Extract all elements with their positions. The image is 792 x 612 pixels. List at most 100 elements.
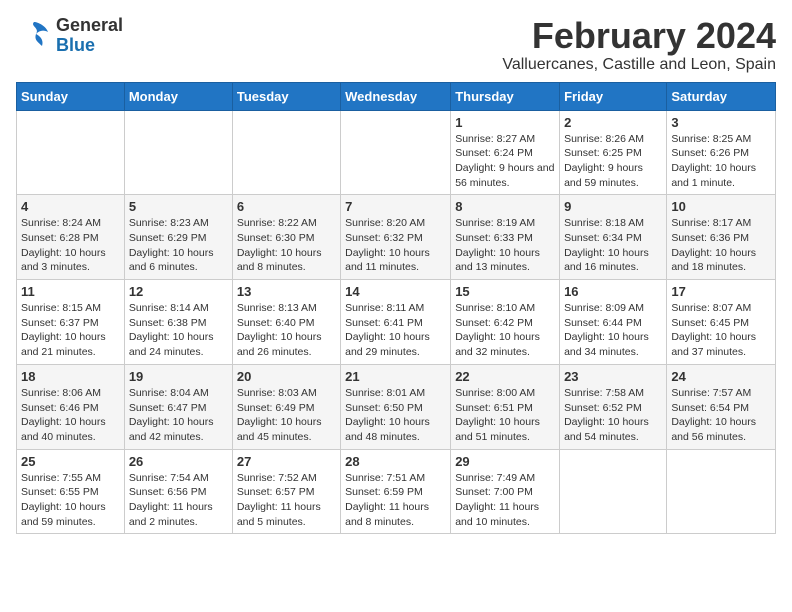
calendar-cell: 12 Sunrise: 8:14 AM Sunset: 6:38 PM Dayli… [124,280,232,365]
calendar-cell: 4 Sunrise: 8:24 AM Sunset: 6:28 PM Daylig… [17,195,125,280]
day-number: 12 [129,284,228,299]
day-info: Sunrise: 7:51 AM Sunset: 6:59 PM Dayligh… [345,471,446,530]
calendar-cell [17,110,125,195]
day-number: 16 [564,284,662,299]
day-number: 4 [21,199,120,214]
calendar-cell [341,110,451,195]
day-info: Sunrise: 8:15 AM Sunset: 6:37 PM Dayligh… [21,301,120,360]
calendar-week-row: 11 Sunrise: 8:15 AM Sunset: 6:37 PM Dayli… [17,280,776,365]
calendar-cell: 8Sunrise: 8:19 AM Sunset: 6:33 PM Daylig… [451,195,560,280]
day-info: Sunrise: 8:07 AM Sunset: 6:45 PM Dayligh… [671,301,771,360]
calendar-cell: 6 Sunrise: 8:22 AM Sunset: 6:30 PM Daylig… [232,195,340,280]
calendar-cell: 1 Sunrise: 8:27 AM Sunset: 6:24 PM Daylig… [451,110,560,195]
calendar-cell [560,449,667,534]
calendar-cell [232,110,340,195]
day-info: Sunrise: 7:52 AM Sunset: 6:57 PM Dayligh… [237,471,336,530]
month-title: February 2024 [502,16,776,56]
weekday-header: Friday [560,82,667,110]
weekday-header: Monday [124,82,232,110]
calendar-week-row: 25Sunrise: 7:55 AM Sunset: 6:55 PM Dayli… [17,449,776,534]
day-info: Sunrise: 8:20 AM Sunset: 6:32 PM Dayligh… [345,216,446,275]
calendar-cell: 14 Sunrise: 8:11 AM Sunset: 6:41 PM Dayli… [341,280,451,365]
day-number: 22 [455,369,555,384]
day-info: Sunrise: 8:14 AM Sunset: 6:38 PM Dayligh… [129,301,228,360]
day-info: Sunrise: 8:24 AM Sunset: 6:28 PM Dayligh… [21,216,120,275]
day-number: 27 [237,454,336,469]
weekday-header: Saturday [667,82,776,110]
calendar-week-row: 4 Sunrise: 8:24 AM Sunset: 6:28 PM Daylig… [17,195,776,280]
calendar-week-row: 1 Sunrise: 8:27 AM Sunset: 6:24 PM Daylig… [17,110,776,195]
calendar-cell: 2Sunrise: 8:26 AM Sunset: 6:25 PM Daylig… [560,110,667,195]
calendar-cell: 24 Sunrise: 7:57 AM Sunset: 6:54 PM Dayli… [667,364,776,449]
calendar-cell: 28 Sunrise: 7:51 AM Sunset: 6:59 PM Dayli… [341,449,451,534]
calendar-cell [667,449,776,534]
page-header: General Blue February 2024 Valluercanes,… [16,16,776,74]
day-number: 24 [671,369,771,384]
day-info: Sunrise: 7:57 AM Sunset: 6:54 PM Dayligh… [671,386,771,445]
calendar-cell: 5 Sunrise: 8:23 AM Sunset: 6:29 PM Daylig… [124,195,232,280]
day-number: 11 [21,284,120,299]
day-info: Sunrise: 8:17 AM Sunset: 6:36 PM Dayligh… [671,216,771,275]
day-number: 17 [671,284,771,299]
day-info: Sunrise: 8:10 AM Sunset: 6:42 PM Dayligh… [455,301,555,360]
day-info: Sunrise: 8:18 AM Sunset: 6:34 PM Dayligh… [564,216,662,275]
weekday-header: Wednesday [341,82,451,110]
day-number: 19 [129,369,228,384]
day-info: Sunrise: 7:54 AM Sunset: 6:56 PM Dayligh… [129,471,228,530]
calendar-cell: 22 Sunrise: 8:00 AM Sunset: 6:51 PM Dayli… [451,364,560,449]
day-info: Sunrise: 8:26 AM Sunset: 6:25 PM Dayligh… [564,132,662,191]
day-number: 7 [345,199,446,214]
day-info: Sunrise: 7:49 AM Sunset: 7:00 PM Dayligh… [455,471,555,530]
calendar-cell: 17 Sunrise: 8:07 AM Sunset: 6:45 PM Dayli… [667,280,776,365]
day-number: 20 [237,369,336,384]
logo-bird-icon [16,18,52,54]
day-info: Sunrise: 8:03 AM Sunset: 6:49 PM Dayligh… [237,386,336,445]
calendar-cell: 18Sunrise: 8:06 AM Sunset: 6:46 PM Dayli… [17,364,125,449]
calendar-cell: 3Sunrise: 8:25 AM Sunset: 6:26 PM Daylig… [667,110,776,195]
day-info: Sunrise: 7:55 AM Sunset: 6:55 PM Dayligh… [21,471,120,530]
calendar-cell: 27 Sunrise: 7:52 AM Sunset: 6:57 PM Dayli… [232,449,340,534]
day-number: 23 [564,369,662,384]
location-title: Valluercanes, Castille and Leon, Spain [502,56,776,74]
day-info: Sunrise: 8:27 AM Sunset: 6:24 PM Dayligh… [455,132,555,191]
weekday-header: Sunday [17,82,125,110]
day-number: 13 [237,284,336,299]
day-info: Sunrise: 7:58 AM Sunset: 6:52 PM Dayligh… [564,386,662,445]
calendar-cell: 15 Sunrise: 8:10 AM Sunset: 6:42 PM Dayli… [451,280,560,365]
day-info: Sunrise: 8:01 AM Sunset: 6:50 PM Dayligh… [345,386,446,445]
day-number: 9 [564,199,662,214]
calendar-header: SundayMondayTuesdayWednesdayThursdayFrid… [17,82,776,110]
day-info: Sunrise: 8:13 AM Sunset: 6:40 PM Dayligh… [237,301,336,360]
calendar-cell: 21Sunrise: 8:01 AM Sunset: 6:50 PM Dayli… [341,364,451,449]
day-number: 5 [129,199,228,214]
day-number: 10 [671,199,771,214]
calendar-cell: 20 Sunrise: 8:03 AM Sunset: 6:49 PM Dayli… [232,364,340,449]
day-info: Sunrise: 8:22 AM Sunset: 6:30 PM Dayligh… [237,216,336,275]
day-number: 15 [455,284,555,299]
logo: General Blue [16,16,123,56]
day-number: 28 [345,454,446,469]
calendar-cell: 9 Sunrise: 8:18 AM Sunset: 6:34 PM Daylig… [560,195,667,280]
calendar-week-row: 18Sunrise: 8:06 AM Sunset: 6:46 PM Dayli… [17,364,776,449]
day-info: Sunrise: 8:06 AM Sunset: 6:46 PM Dayligh… [21,386,120,445]
day-info: Sunrise: 8:00 AM Sunset: 6:51 PM Dayligh… [455,386,555,445]
calendar-cell: 10 Sunrise: 8:17 AM Sunset: 6:36 PM Dayli… [667,195,776,280]
calendar-cell: 16 Sunrise: 8:09 AM Sunset: 6:44 PM Dayli… [560,280,667,365]
calendar-cell [124,110,232,195]
weekday-header: Tuesday [232,82,340,110]
day-number: 1 [455,115,555,130]
day-number: 6 [237,199,336,214]
day-number: 8 [455,199,555,214]
calendar-cell: 29 Sunrise: 7:49 AM Sunset: 7:00 PM Dayli… [451,449,560,534]
day-info: Sunrise: 8:23 AM Sunset: 6:29 PM Dayligh… [129,216,228,275]
calendar-cell: 11 Sunrise: 8:15 AM Sunset: 6:37 PM Dayli… [17,280,125,365]
day-number: 29 [455,454,555,469]
title-block: February 2024 Valluercanes, Castille and… [502,16,776,74]
day-info: Sunrise: 8:11 AM Sunset: 6:41 PM Dayligh… [345,301,446,360]
day-info: Sunrise: 8:09 AM Sunset: 6:44 PM Dayligh… [564,301,662,360]
day-number: 3 [671,115,771,130]
day-number: 14 [345,284,446,299]
calendar-cell: 25Sunrise: 7:55 AM Sunset: 6:55 PM Dayli… [17,449,125,534]
calendar-cell: 7 Sunrise: 8:20 AM Sunset: 6:32 PM Daylig… [341,195,451,280]
calendar-table: SundayMondayTuesdayWednesdayThursdayFrid… [16,82,776,535]
